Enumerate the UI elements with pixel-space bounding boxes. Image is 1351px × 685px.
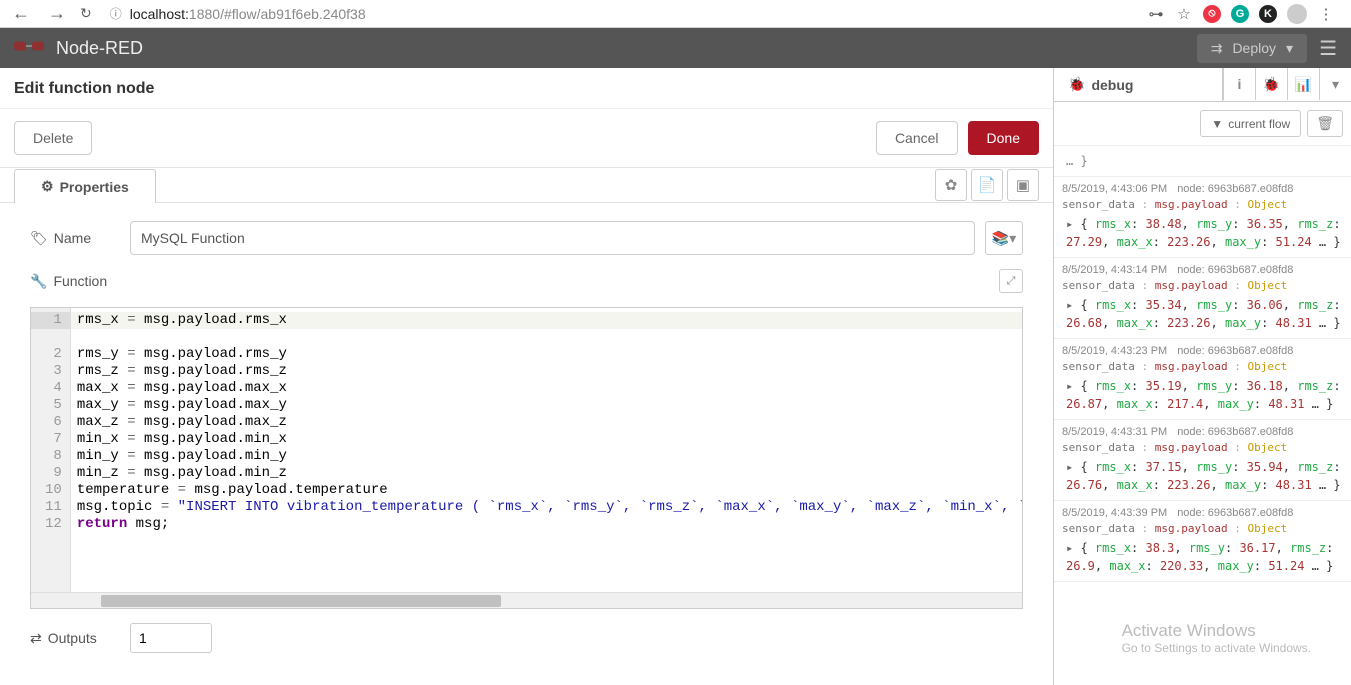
outputs-label: ⇄ Outputs — [30, 630, 120, 647]
editor-title: Edit function node — [0, 68, 1053, 109]
extension-1-icon[interactable]: ⦸ — [1203, 5, 1221, 23]
info-tab-icon[interactable]: i — [1223, 68, 1255, 100]
debug-message[interactable]: 8/5/2019, 4:43:06 PMnode: 6963b687.e08fd… — [1054, 177, 1351, 258]
toolbar-extensions: ⊶ ☆ ⦸ G K ⋮ — [1147, 4, 1335, 24]
library-button[interactable]: 📚▾ — [985, 221, 1023, 255]
outputs-input[interactable] — [130, 623, 212, 653]
tab-debug[interactable]: 🐞 debug — [1054, 68, 1223, 101]
sidebar-menu-icon[interactable]: ▾ — [1319, 68, 1351, 100]
back-button[interactable]: ← — [8, 3, 34, 24]
tag-icon: 🏷 — [30, 230, 48, 247]
tab-properties[interactable]: ⚙ Properties — [14, 169, 156, 203]
debug-message-list[interactable]: … }8/5/2019, 4:43:06 PMnode: 6963b687.e0… — [1054, 146, 1351, 685]
filter-icon: ▼ — [1211, 117, 1223, 131]
sidebar-panel: 🐞 debug i 🐞 📊 ▾ ▼ current flow 🗑 … }8/5/… — [1053, 68, 1351, 685]
editor-panel: Edit function node Delete Cancel Done ⚙ … — [0, 68, 1053, 685]
code-gutter: 123456789101112 — [31, 308, 71, 592]
expand-editor-button[interactable]: ⤢ — [999, 269, 1023, 293]
function-label: 🔧 Function — [30, 273, 107, 290]
brand-title: Node-RED — [56, 38, 143, 59]
debug-message[interactable]: 8/5/2019, 4:43:14 PMnode: 6963b687.e08fd… — [1054, 258, 1351, 339]
debug-tab-icon[interactable]: 🐞 — [1255, 68, 1287, 100]
browser-toolbar: ← → ↻ ⓘ localhost:1880/#flow/ab91f6eb.24… — [0, 0, 1351, 28]
code-editor[interactable]: 123456789101112 rms_x = msg.payload.rms_… — [30, 307, 1023, 609]
extension-3-icon[interactable]: K — [1259, 5, 1277, 23]
deploy-button[interactable]: ⇉ Deploy ▾ — [1197, 34, 1307, 63]
bookmark-star-icon[interactable]: ☆ — [1175, 5, 1193, 23]
cancel-button[interactable]: Cancel — [876, 121, 958, 155]
url-port: 1880 — [189, 6, 220, 22]
chart-tab-icon[interactable]: 📊 — [1287, 68, 1319, 100]
nodered-logo-icon — [14, 36, 44, 61]
extension-2-icon[interactable]: G — [1231, 5, 1249, 23]
name-input[interactable] — [130, 221, 975, 255]
chevron-down-icon: ▾ — [1286, 40, 1293, 57]
done-button[interactable]: Done — [968, 121, 1039, 155]
wrench-icon: 🔧 — [30, 273, 47, 290]
debug-message[interactable]: 8/5/2019, 4:43:39 PMnode: 6963b687.e08fd… — [1054, 501, 1351, 582]
filter-button[interactable]: ▼ current flow — [1200, 110, 1301, 137]
debug-tab-label: debug — [1091, 77, 1133, 93]
tab-properties-label: Properties — [60, 179, 129, 195]
deploy-label: Deploy — [1232, 40, 1276, 56]
url-path: /#flow/ab91f6eb.240f38 — [220, 6, 366, 22]
clear-debug-button[interactable]: 🗑 — [1307, 110, 1343, 137]
site-info-icon[interactable]: ⓘ — [110, 5, 122, 22]
main-menu-icon[interactable]: ☰ — [1319, 36, 1337, 61]
debug-message[interactable]: 8/5/2019, 4:43:31 PMnode: 6963b687.e08fd… — [1054, 420, 1351, 501]
chrome-menu-icon[interactable]: ⋮ — [1317, 5, 1335, 23]
deploy-arrows-icon: ⇉ — [1211, 40, 1223, 57]
address-bar[interactable]: ⓘ localhost:1880/#flow/ab91f6eb.240f38 — [110, 5, 1137, 22]
reload-button[interactable]: ↻ — [80, 5, 92, 22]
gear-icon: ⚙ — [41, 178, 54, 195]
node-settings-icon[interactable]: ✿ — [935, 169, 967, 201]
forward-button[interactable]: → — [44, 3, 70, 24]
shuffle-icon: ⇄ — [30, 630, 42, 647]
delete-button[interactable]: Delete — [14, 121, 92, 155]
horizontal-scrollbar[interactable] — [31, 592, 1022, 608]
node-appearance-icon[interactable]: ▣ — [1007, 169, 1039, 201]
profile-avatar-icon[interactable] — [1287, 4, 1307, 24]
url-host: localhost: — [130, 6, 189, 22]
bug-icon: 🐞 — [1068, 76, 1085, 93]
code-text[interactable]: rms_x = msg.payload.rms_x rms_y = msg.pa… — [71, 308, 1022, 592]
node-docs-icon[interactable]: 📄 — [971, 169, 1003, 201]
key-icon[interactable]: ⊶ — [1147, 5, 1165, 23]
nodered-header: Node-RED ⇉ Deploy ▾ ☰ — [0, 28, 1351, 68]
name-label: 🏷 Name — [30, 230, 120, 247]
debug-message[interactable]: 8/5/2019, 4:43:23 PMnode: 6963b687.e08fd… — [1054, 339, 1351, 420]
